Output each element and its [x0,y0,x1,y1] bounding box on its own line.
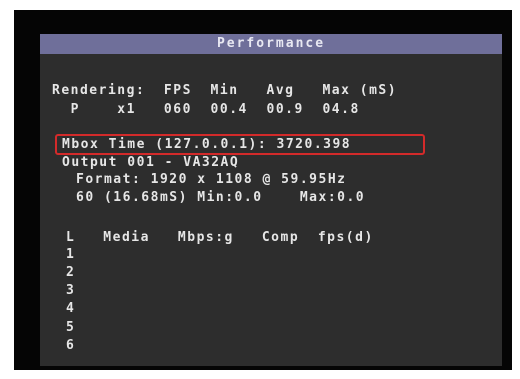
media-row-1: 1 [66,247,76,262]
media-row-5: 5 [66,320,76,335]
media-row-6: 6 [66,338,76,353]
output-timing: 60 (16.68mS) Min:0.0 Max:0.0 [76,190,366,205]
media-header: L Media Mbps:g Comp fps(d) [66,230,374,245]
rendering-header: Rendering: FPS Min Avg Max (mS) [52,83,398,98]
output-format: Format: 1920 x 1108 @ 59.95Hz [76,172,347,187]
mbox-time-line: Mbox Time (127.0.0.1): 3720.398 [62,137,352,152]
performance-panel: Performance Rendering: FPS Min Avg Max (… [40,34,502,366]
monitor-screen: Performance Rendering: FPS Min Avg Max (… [14,10,512,370]
media-row-4: 4 [66,301,76,316]
media-row-2: 2 [66,265,76,280]
rendering-row: P x1 060 00.4 00.9 04.8 [52,102,360,117]
media-row-3: 3 [66,283,76,298]
output-line: Output 001 - VA32AQ [62,155,240,170]
panel-title: Performance [40,34,502,54]
